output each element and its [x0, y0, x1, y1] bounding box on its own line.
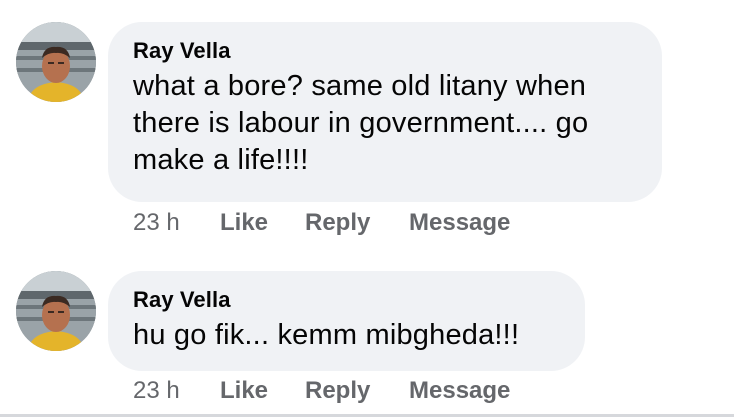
message-button[interactable]: Message [409, 377, 510, 405]
comment-bubble: Ray Vella what a bore? same old litany w… [108, 22, 662, 202]
reply-button[interactable]: Reply [305, 209, 370, 237]
like-button[interactable]: Like [220, 377, 268, 405]
profile-photo-icon [16, 271, 96, 351]
timestamp[interactable]: 23 h [133, 209, 180, 237]
timestamp[interactable]: 23 h [133, 377, 180, 405]
avatar[interactable] [16, 22, 96, 102]
avatar[interactable] [16, 271, 96, 351]
comment-author[interactable]: Ray Vella [133, 287, 559, 313]
comment-text: what a bore? same old litany when there … [133, 70, 589, 176]
comment-author[interactable]: Ray Vella [133, 38, 636, 64]
profile-photo-icon [16, 22, 96, 102]
like-button[interactable]: Like [220, 209, 268, 237]
reply-button[interactable]: Reply [305, 377, 370, 405]
comment-bubble: Ray Vella hu go fik... kemm mibgheda!!! [108, 271, 585, 371]
comment-text: hu go fik... kemm mibgheda!!! [133, 319, 520, 351]
message-button[interactable]: Message [409, 209, 510, 237]
